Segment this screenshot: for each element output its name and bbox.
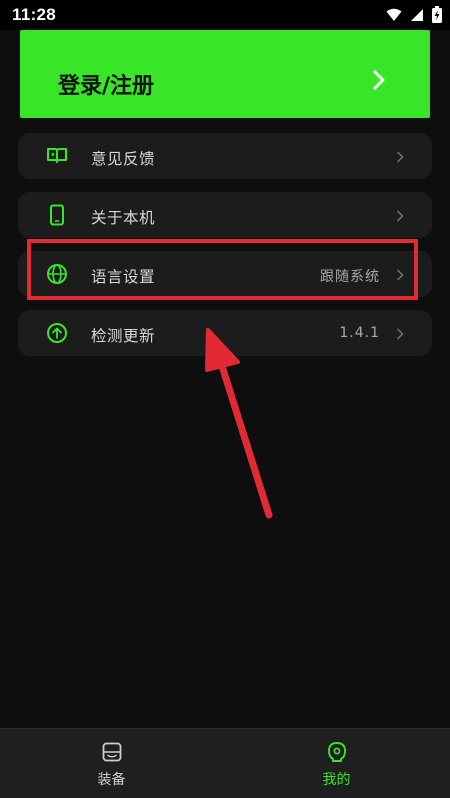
menu-item-label: 意见反馈 [91, 150, 156, 168]
wifi-icon [386, 8, 402, 22]
menu-item-label: 语言设置 [91, 268, 156, 286]
update-arrow-icon [46, 322, 68, 344]
annotation-arrow [205, 328, 273, 519]
status-time: 11:28 [12, 5, 57, 24]
menu-item-value: 1.4.1 [339, 325, 380, 341]
chevron-right-icon [372, 69, 386, 95]
phone-icon [46, 204, 68, 226]
feedback-book-icon [46, 145, 68, 167]
globe-icon [46, 263, 68, 285]
menu-item-label: 关于本机 [91, 209, 156, 227]
menu-item-about-device[interactable]: 关于本机 [18, 192, 432, 238]
status-icons [386, 6, 442, 23]
chevron-right-icon [396, 208, 404, 222]
menu-item-feedback[interactable]: 意见反馈 [18, 133, 432, 179]
chevron-right-icon [396, 326, 404, 340]
menu-item-check-update[interactable]: 检测更新 1.4.1 [18, 310, 432, 356]
status-bar: 11:28 [0, 0, 450, 30]
menu-item-label: 检测更新 [91, 327, 156, 345]
profile-icon [326, 741, 348, 763]
tab-equipment-label: 装备 [97, 772, 126, 788]
chevron-right-icon [396, 267, 404, 281]
app-screen: 11:28 登录/注册 意见反馈 关于本机 语言设置 跟随系统 检测更新 1.4… [0, 0, 450, 798]
signal-icon [410, 8, 424, 22]
login-register-button[interactable]: 登录/注册 [20, 30, 430, 118]
tab-mine[interactable]: 我的 [225, 729, 450, 798]
tab-mine-label: 我的 [322, 772, 351, 788]
login-register-label: 登录/注册 [58, 74, 155, 99]
battery-charging-icon [432, 6, 442, 23]
menu-item-language[interactable]: 语言设置 跟随系统 [18, 251, 432, 297]
equipment-icon [101, 741, 123, 763]
chevron-right-icon [396, 149, 404, 163]
menu-item-value: 跟随系统 [320, 269, 380, 285]
bottom-navigation: 装备 我的 [0, 728, 450, 798]
tab-equipment[interactable]: 装备 [0, 729, 225, 798]
